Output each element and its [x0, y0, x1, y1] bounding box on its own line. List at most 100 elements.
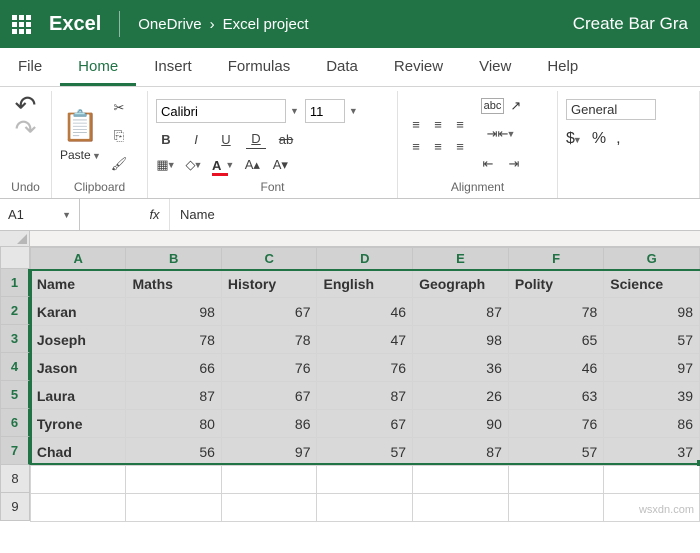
align-center-icon[interactable]: ≡ — [428, 137, 448, 157]
cell[interactable]: 46 — [317, 298, 413, 326]
chevron-down-icon[interactable]: ▼ — [349, 106, 358, 116]
cell[interactable] — [126, 466, 221, 494]
breadcrumb-item[interactable]: OneDrive — [138, 16, 201, 33]
row-header[interactable]: 8 — [0, 465, 30, 493]
merge-button[interactable]: ⇥⇤▼ — [491, 124, 511, 144]
redo-icon[interactable]: ↷ — [16, 119, 36, 139]
cell[interactable]: 67 — [221, 382, 317, 410]
row-header[interactable]: 2 — [0, 297, 30, 325]
fill-color-button[interactable]: ◇▼ — [184, 155, 204, 175]
bold-button[interactable]: B — [156, 129, 176, 149]
cell[interactable]: 57 — [508, 438, 603, 466]
select-all-button[interactable] — [0, 231, 30, 246]
cell[interactable]: Karan — [30, 298, 126, 326]
cell[interactable]: 98 — [126, 298, 221, 326]
comma-icon[interactable]: , — [616, 130, 620, 148]
increase-indent-icon[interactable]: ⇥ — [504, 154, 524, 174]
cell[interactable]: 47 — [317, 326, 413, 354]
cell[interactable] — [508, 494, 603, 522]
cell[interactable] — [30, 494, 126, 522]
font-color-button[interactable]: A▼ — [212, 158, 234, 173]
cell[interactable]: 63 — [508, 382, 603, 410]
cell[interactable]: 67 — [221, 298, 317, 326]
cell[interactable]: 97 — [221, 438, 317, 466]
cell[interactable]: Science — [604, 270, 700, 298]
cell[interactable] — [413, 494, 509, 522]
align-middle-icon[interactable]: ≡ — [428, 115, 448, 135]
align-right-icon[interactable]: ≡ — [450, 137, 470, 157]
tab-data[interactable]: Data — [308, 48, 376, 86]
cell[interactable]: 67 — [317, 410, 413, 438]
cell[interactable]: 86 — [604, 410, 700, 438]
cell[interactable]: 98 — [604, 298, 700, 326]
chevron-down-icon[interactable]: ▼ — [290, 106, 299, 116]
underline-button[interactable]: U — [216, 129, 236, 149]
cell[interactable]: 37 — [604, 438, 700, 466]
decrease-indent-icon[interactable]: ⇤ — [478, 154, 498, 174]
name-box[interactable]: A1 ▼ — [0, 199, 80, 230]
cell[interactable]: 65 — [508, 326, 603, 354]
cell[interactable]: 86 — [221, 410, 317, 438]
orientation-icon[interactable]: ↗ — [510, 98, 521, 114]
increase-font-icon[interactable]: A▴ — [242, 155, 262, 175]
align-left-icon[interactable]: ≡ — [406, 137, 426, 157]
cell[interactable] — [221, 466, 317, 494]
cell[interactable]: Maths — [126, 270, 221, 298]
cell[interactable] — [30, 466, 126, 494]
formula-input[interactable]: Name — [170, 207, 700, 222]
cell[interactable]: 36 — [413, 354, 509, 382]
cell[interactable]: 46 — [508, 354, 603, 382]
cell[interactable]: 97 — [604, 354, 700, 382]
cell[interactable] — [317, 466, 413, 494]
format-painter-icon[interactable]: 🖌 — [109, 154, 129, 174]
cell[interactable]: Joseph — [30, 326, 126, 354]
column-header[interactable]: C — [221, 248, 317, 270]
app-launcher-icon[interactable] — [12, 15, 31, 34]
cell[interactable]: 90 — [413, 410, 509, 438]
tab-help[interactable]: Help — [529, 48, 596, 86]
cell[interactable]: 78 — [126, 326, 221, 354]
cell[interactable]: 87 — [317, 382, 413, 410]
cell[interactable]: 39 — [604, 382, 700, 410]
cell[interactable] — [317, 494, 413, 522]
cell[interactable]: 26 — [413, 382, 509, 410]
tab-formulas[interactable]: Formulas — [210, 48, 309, 86]
align-bottom-icon[interactable]: ≡ — [450, 115, 470, 135]
cell[interactable]: 78 — [508, 298, 603, 326]
currency-icon[interactable]: $▼ — [566, 130, 582, 148]
row-header[interactable]: 3 — [0, 325, 30, 353]
tab-home[interactable]: Home — [60, 48, 136, 86]
cell[interactable]: English — [317, 270, 413, 298]
paste-button[interactable]: 📋 Paste ▼ — [60, 109, 101, 162]
row-header[interactable]: 5 — [0, 381, 30, 409]
wrap-text-button[interactable]: abc — [481, 98, 505, 114]
column-header[interactable]: D — [317, 248, 413, 270]
tab-view[interactable]: View — [461, 48, 529, 86]
cell[interactable] — [126, 494, 221, 522]
cell[interactable] — [604, 466, 700, 494]
cell[interactable]: Laura — [30, 382, 126, 410]
cell[interactable]: 57 — [604, 326, 700, 354]
fx-icon[interactable]: fx — [140, 199, 170, 230]
percent-icon[interactable]: % — [592, 130, 606, 148]
row-header[interactable]: 1 — [0, 269, 30, 297]
cell[interactable]: 78 — [221, 326, 317, 354]
column-header[interactable]: E — [413, 248, 509, 270]
decrease-font-icon[interactable]: A▾ — [270, 155, 290, 175]
cell[interactable]: Jason — [30, 354, 126, 382]
copy-icon[interactable]: ⎘ — [109, 126, 129, 146]
cell[interactable]: 76 — [508, 410, 603, 438]
column-header[interactable]: B — [126, 248, 221, 270]
cell[interactable]: 87 — [126, 382, 221, 410]
row-header[interactable]: 7 — [0, 437, 30, 465]
strikethrough-button[interactable]: ab — [276, 129, 296, 149]
row-header[interactable]: 6 — [0, 409, 30, 437]
breadcrumb[interactable]: OneDrive › Excel project — [138, 16, 308, 33]
cell[interactable]: Tyrone — [30, 410, 126, 438]
row-header[interactable]: 9 — [0, 493, 30, 521]
italic-button[interactable]: I — [186, 129, 206, 149]
chevron-down-icon[interactable]: ▼ — [62, 210, 71, 220]
align-top-icon[interactable]: ≡ — [406, 115, 426, 135]
cell[interactable]: 66 — [126, 354, 221, 382]
undo-icon[interactable]: ↶ — [16, 95, 36, 115]
